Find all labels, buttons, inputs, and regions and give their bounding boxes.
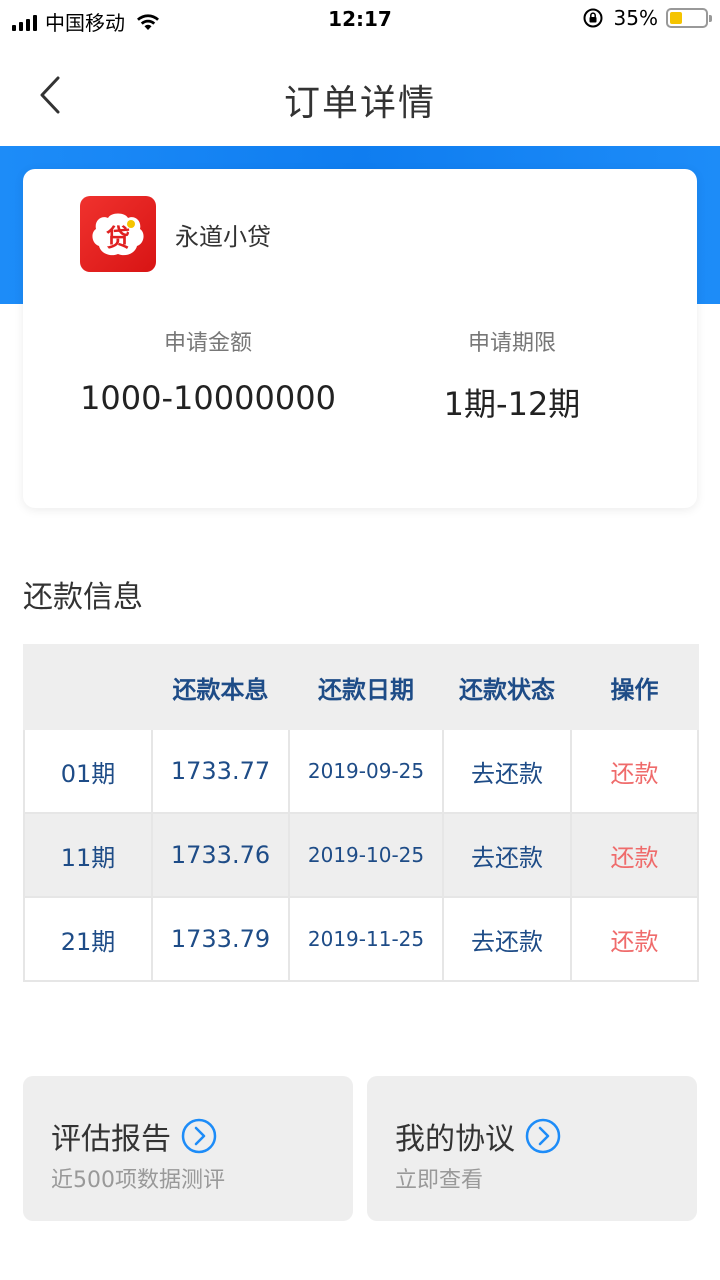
date-cell: 2019-11-25 bbox=[288, 896, 444, 982]
status-link[interactable]: 去还款 bbox=[442, 812, 572, 898]
card-title: 评估报告 bbox=[51, 1122, 171, 1157]
table-row: 11期 1733.76 2019-10-25 去还款 还款 bbox=[23, 812, 699, 898]
app-logo: 贷 bbox=[80, 196, 156, 272]
circle-chevron-right-icon bbox=[181, 1118, 217, 1154]
amount-cell: 1733.79 bbox=[151, 896, 290, 982]
card-title-row: 评估报告 bbox=[51, 1114, 217, 1158]
nav-bar: 订单详情 bbox=[0, 40, 720, 146]
card-subtitle: 立即查看 bbox=[395, 1168, 484, 1193]
amount-cell: 1733.77 bbox=[151, 728, 290, 814]
amount-value: 1000-10000000 bbox=[80, 379, 336, 417]
page-title: 订单详情 bbox=[283, 83, 436, 124]
date-cell: 2019-10-25 bbox=[288, 812, 444, 898]
repay-button[interactable]: 还款 bbox=[570, 812, 699, 898]
circle-chevron-right-icon bbox=[525, 1118, 561, 1154]
column-header-period bbox=[23, 644, 153, 730]
amount-block: 申请金额 1000-10000000 bbox=[43, 325, 373, 417]
period-cell: 11期 bbox=[23, 812, 153, 898]
battery-percent: 35% bbox=[613, 6, 658, 30]
date-cell: 2019-09-25 bbox=[288, 728, 444, 814]
assessment-report-card[interactable]: 评估报告 近500项数据测评 bbox=[23, 1076, 353, 1221]
battery-level bbox=[670, 12, 682, 24]
status-link[interactable]: 去还款 bbox=[442, 896, 572, 982]
table-row: 21期 1733.79 2019-11-25 去还款 还款 bbox=[23, 896, 699, 982]
table-header-row: 还款本息 还款日期 还款状态 操作 bbox=[23, 644, 699, 730]
table-row: 01期 1733.77 2019-09-25 去还款 还款 bbox=[23, 728, 699, 814]
logo-char: 贷 bbox=[106, 224, 130, 252]
amount-label: 申请金额 bbox=[163, 331, 252, 356]
amount-cell: 1733.76 bbox=[151, 812, 290, 898]
app-name: 永道小贷 bbox=[175, 223, 271, 251]
my-agreement-card[interactable]: 我的协议 立即查看 bbox=[367, 1076, 697, 1221]
term-label: 申请期限 bbox=[467, 331, 556, 356]
product-card: 贷 永道小贷 申请金额 1000-10000000 申请期限 1期-12期 bbox=[23, 169, 697, 508]
repayment-table: 还款本息 还款日期 还款状态 操作 01期 1733.77 2019-09-25… bbox=[23, 644, 699, 982]
section-title-repayment: 还款信息 bbox=[23, 580, 143, 615]
rotation-lock-icon bbox=[583, 8, 603, 28]
card-title: 我的协议 bbox=[395, 1122, 515, 1157]
column-header-amount: 还款本息 bbox=[151, 644, 290, 730]
column-header-date: 还款日期 bbox=[288, 644, 444, 730]
term-block: 申请期限 1期-12期 bbox=[347, 325, 677, 425]
battery-icon bbox=[666, 8, 712, 28]
term-value: 1期-12期 bbox=[443, 385, 581, 423]
repay-button[interactable]: 还款 bbox=[570, 896, 699, 982]
repay-button[interactable]: 还款 bbox=[570, 728, 699, 814]
column-header-status: 还款状态 bbox=[442, 644, 572, 730]
card-subtitle: 近500项数据测评 bbox=[51, 1168, 225, 1193]
period-cell: 21期 bbox=[23, 896, 153, 982]
status-link[interactable]: 去还款 bbox=[442, 728, 572, 814]
status-bar: 中国移动 12:17 35% bbox=[0, 0, 720, 40]
loan-logo-icon: 贷 bbox=[92, 213, 144, 256]
column-header-action: 操作 bbox=[570, 644, 699, 730]
status-right: 35% bbox=[582, 6, 712, 30]
card-title-row: 我的协议 bbox=[395, 1114, 561, 1158]
period-cell: 01期 bbox=[23, 728, 153, 814]
